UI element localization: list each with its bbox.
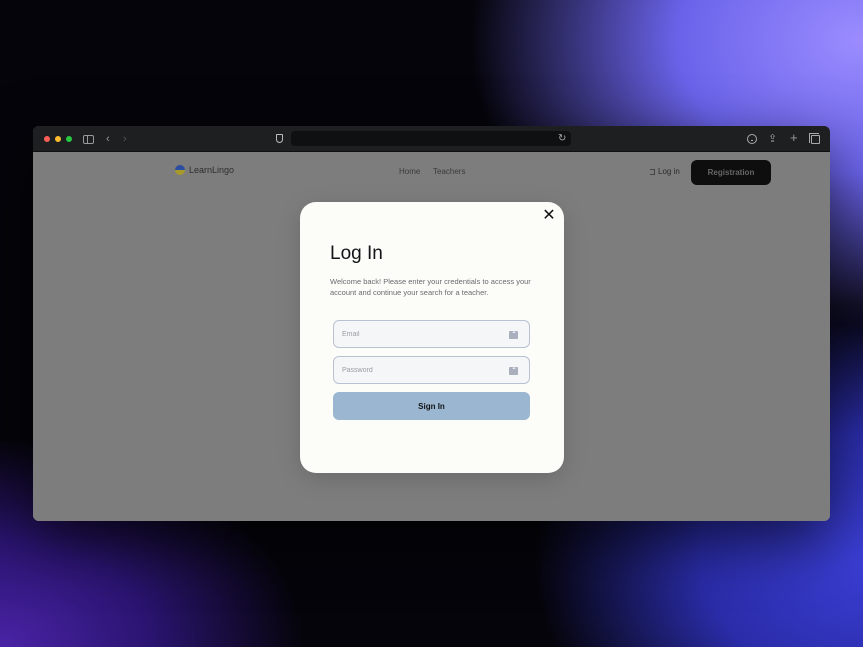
login-icon	[650, 168, 655, 175]
autofill-key-icon[interactable]	[509, 366, 518, 375]
site-logo[interactable]: LearnLingo	[175, 165, 234, 175]
download-icon[interactable]	[747, 134, 757, 144]
tabs-icon[interactable]	[809, 133, 820, 144]
password-input[interactable]	[334, 357, 529, 383]
autofill-key-icon[interactable]	[509, 330, 518, 339]
chevron-left-icon[interactable]: ‹	[106, 132, 110, 146]
reload-icon[interactable]: ↻	[558, 132, 566, 146]
registration-button[interactable]: Registration	[691, 160, 771, 185]
chevron-right-icon[interactable]: ›	[123, 132, 127, 146]
login-modal: ✕ Log In Welcome back! Please enter your…	[300, 202, 564, 473]
close-window-button[interactable]	[44, 136, 50, 142]
modal-title: Log In	[330, 243, 383, 264]
zoom-window-button[interactable]	[66, 136, 72, 142]
sidebar-icon[interactable]	[83, 135, 94, 144]
nav-home-link[interactable]: Home	[399, 167, 420, 176]
browser-toolbar: ‹ › ↻ ⇪ +	[33, 126, 830, 152]
modal-description: Welcome back! Please enter your credenti…	[330, 277, 531, 297]
logo-text: LearnLingo	[189, 165, 235, 175]
nav-teachers-link[interactable]: Teachers	[433, 167, 465, 176]
address-bar[interactable]	[291, 131, 571, 146]
header-login-label: Log in	[658, 167, 680, 176]
email-field[interactable]	[333, 320, 530, 348]
site-header: LearnLingo Home Teachers Log in Registra…	[33, 160, 830, 185]
sign-in-button[interactable]: Sign In	[333, 392, 530, 420]
minimize-window-button[interactable]	[55, 136, 61, 142]
shield-icon[interactable]	[276, 134, 283, 143]
share-icon[interactable]: ⇪	[768, 132, 777, 146]
password-field[interactable]	[333, 356, 530, 384]
close-icon[interactable]: ✕	[542, 208, 556, 224]
email-input[interactable]	[334, 321, 529, 347]
plus-icon[interactable]: +	[790, 131, 798, 145]
header-login-button[interactable]: Log in	[650, 167, 680, 176]
flag-icon	[175, 165, 185, 175]
